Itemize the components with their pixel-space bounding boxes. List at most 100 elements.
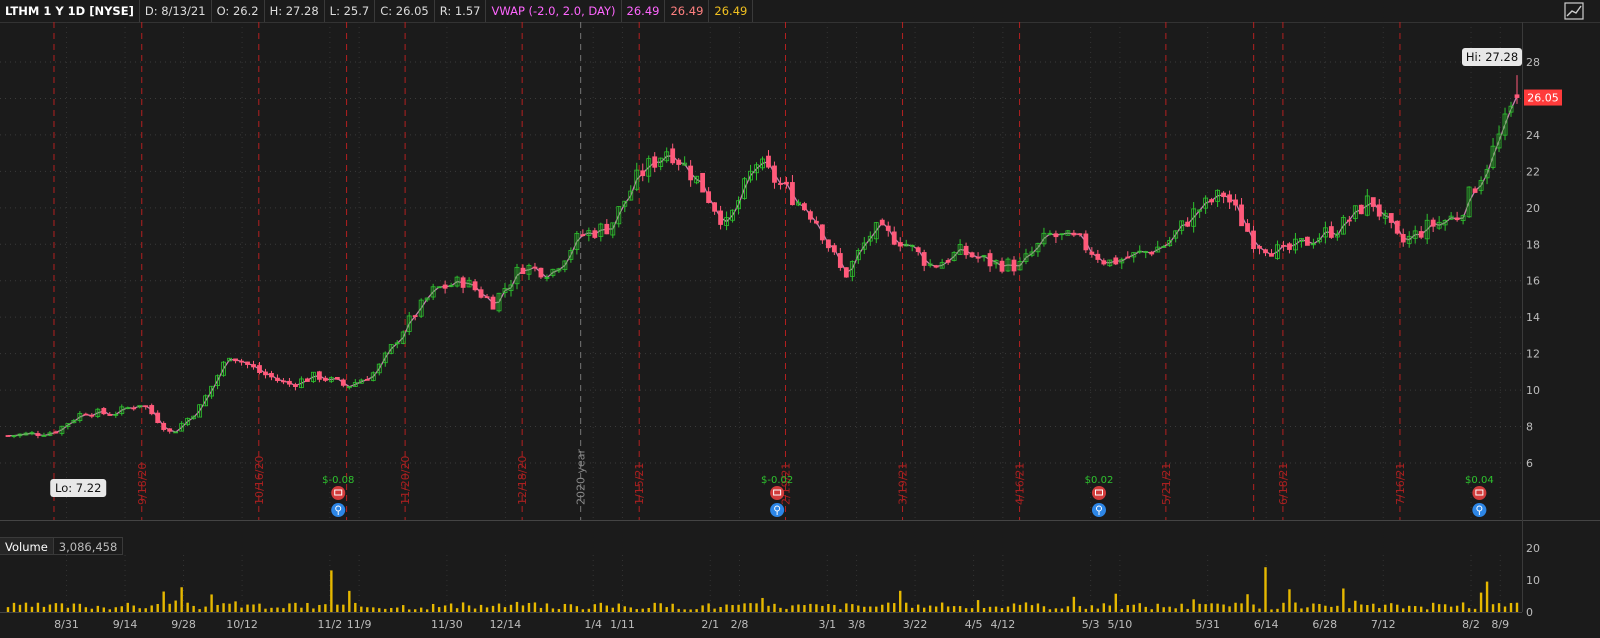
volume-bar	[611, 607, 614, 612]
candle-body	[538, 267, 544, 278]
volume-bar	[1402, 608, 1405, 612]
candle-body	[1101, 260, 1107, 265]
volume-label[interactable]: Volume	[0, 537, 54, 555]
volume-bar	[473, 608, 477, 612]
volume-bar	[701, 605, 704, 612]
candle-body	[784, 181, 789, 185]
volume-bar	[928, 605, 932, 612]
volume-bar	[491, 605, 495, 612]
volume-bar	[1144, 606, 1147, 612]
volume-bar	[240, 607, 243, 612]
candle-body	[472, 281, 478, 291]
volume-bar	[695, 609, 698, 612]
volume-bar	[300, 607, 303, 612]
volume-bar	[48, 604, 52, 612]
volume-bar	[306, 602, 309, 612]
volume-tick-label: 0	[1526, 606, 1533, 619]
volume-bar	[893, 603, 896, 612]
candle-body	[245, 361, 250, 365]
volume-bar	[467, 605, 471, 612]
volume-bar	[857, 605, 860, 612]
volume-bar	[815, 604, 818, 612]
volume-bar	[916, 604, 920, 612]
candle-body	[712, 202, 717, 212]
volume-bar	[946, 606, 950, 612]
candle-body	[269, 372, 274, 378]
earnings-icon[interactable]	[1091, 486, 1106, 500]
period-label: 9/18/20	[136, 463, 149, 505]
chart-root[interactable]: 28262422201816141210868/319/149/2810/121…	[0, 0, 1600, 634]
volume-bar	[713, 608, 716, 612]
high-label: Hi: 27.28	[1466, 50, 1518, 64]
period-label: 7/16/21	[1394, 463, 1407, 505]
close-readout: C: 26.05	[375, 0, 435, 22]
symbol-label[interactable]: LTHM 1 Y 1D [NYSE]	[0, 0, 140, 22]
volume-bar	[1114, 593, 1117, 612]
vwap-study-label[interactable]: VWAP (-2.0, 2.0, DAY)	[486, 0, 622, 22]
candle-body	[1077, 233, 1083, 236]
volume-bar	[1024, 602, 1028, 612]
candle-body	[933, 265, 939, 268]
candle-body	[412, 315, 418, 318]
chart-header: LTHM 1 Y 1D [NYSE] D: 8/13/21 O: 26.2 H:…	[0, 0, 754, 22]
volume-bar	[396, 607, 399, 612]
volume-bar	[1300, 608, 1303, 612]
time-axis-label: 11/2	[318, 618, 343, 631]
volume-bar	[330, 570, 333, 612]
volume-bar	[1306, 607, 1309, 612]
earnings-icon[interactable]	[770, 486, 785, 500]
volume-bar	[1396, 604, 1399, 612]
price-tick-label: 14	[1526, 311, 1540, 324]
candle-body	[532, 266, 538, 269]
volume-bar	[1156, 603, 1159, 612]
volume-bar	[970, 608, 974, 612]
volume-bar	[437, 607, 441, 612]
candle-body	[1233, 199, 1238, 206]
vwap-value-1: 26.49	[622, 0, 666, 22]
time-axis-label: 1/4	[584, 618, 602, 631]
earnings-icon[interactable]	[1472, 486, 1487, 500]
price-chart[interactable]: 28262422201816141210868/319/149/2810/121…	[0, 0, 1600, 634]
volume-bar	[539, 607, 543, 612]
period-label: 4/16/21	[1014, 463, 1027, 505]
volume-bar	[1108, 605, 1112, 612]
candle-body	[604, 223, 610, 235]
volume-bar	[1162, 607, 1165, 612]
volume-bar	[1437, 604, 1441, 612]
volume-bar	[1234, 602, 1237, 612]
volume-bar	[1515, 602, 1519, 612]
candle-body	[520, 267, 526, 275]
candle-body	[1454, 217, 1460, 221]
candle-body	[107, 413, 113, 416]
volume-bar	[1000, 607, 1004, 612]
period-label: 5/21/21	[1160, 463, 1173, 505]
volume-bar	[378, 608, 381, 612]
candle-body	[802, 203, 807, 211]
time-axis-label: 8/31	[54, 618, 79, 631]
volume-bar	[1066, 606, 1070, 612]
candle-body	[885, 225, 891, 231]
volume-bar	[1473, 608, 1477, 612]
earnings-icon[interactable]	[331, 486, 346, 500]
chart-style-icon[interactable]	[1564, 2, 1584, 20]
volume-bar	[431, 603, 435, 612]
volume-bar	[66, 607, 70, 612]
time-axis-label: 6/28	[1312, 618, 1337, 631]
time-axis-label: 4/12	[991, 618, 1016, 631]
volume-bar	[952, 606, 956, 612]
price-tick-label: 10	[1526, 384, 1540, 397]
candle-body	[155, 412, 161, 423]
candle-body	[1209, 199, 1215, 203]
volume-bar	[1348, 608, 1351, 612]
low-readout: L: 25.7	[325, 0, 376, 22]
volume-bar	[527, 602, 531, 612]
candle-body	[101, 408, 107, 415]
volume-bar	[222, 603, 225, 612]
volume-bar	[162, 591, 165, 612]
candle-body	[281, 380, 286, 383]
volume-bar	[258, 603, 261, 612]
candle-body	[969, 252, 975, 258]
period-label: 12/18/20	[516, 456, 529, 505]
volume-bar	[324, 604, 327, 612]
candle-body	[167, 428, 173, 432]
